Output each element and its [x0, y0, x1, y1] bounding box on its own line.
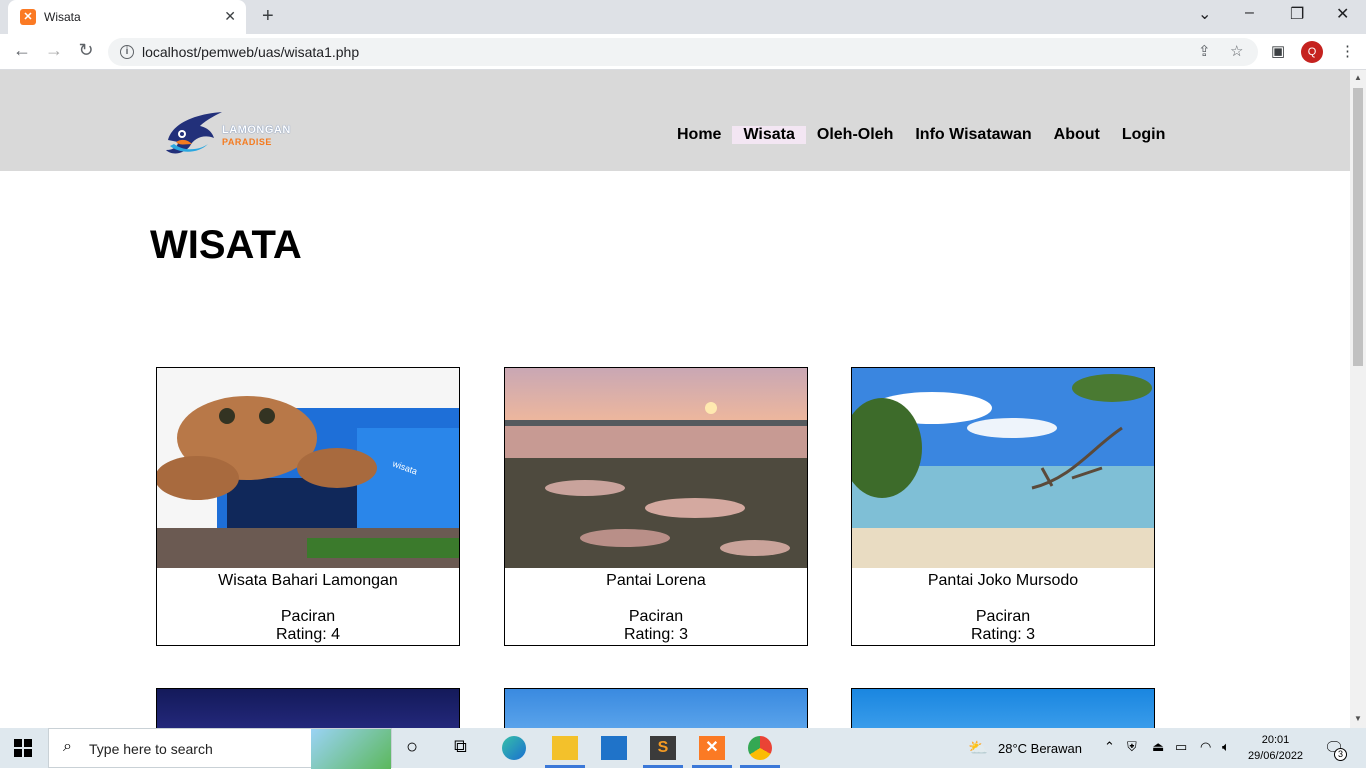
- file-explorer-icon[interactable]: [552, 736, 578, 760]
- page-viewport: LAMONGAN PARADISE Home Wisata Oleh-Oleh …: [0, 70, 1350, 728]
- taskbar-clock[interactable]: 20:01 29/06/2022: [1248, 732, 1303, 764]
- card-name: Pantai Lorena: [606, 572, 706, 589]
- card-location: Paciran: [280, 608, 336, 625]
- page-title: WISATA: [150, 223, 302, 267]
- card-name: Pantai Joko Mursodo: [927, 572, 1079, 589]
- tab-search-icon[interactable]: ⌄: [1198, 4, 1211, 24]
- card-rating: Rating: 4: [275, 626, 341, 643]
- wisata-card[interactable]: [156, 688, 460, 728]
- site-logo[interactable]: LAMONGAN PARADISE: [164, 110, 304, 158]
- restore-icon[interactable]: ❐: [1290, 4, 1304, 24]
- search-placeholder[interactable]: Type here to search: [89, 741, 213, 757]
- windows-start-icon[interactable]: [14, 739, 32, 757]
- weather-icon[interactable]: ⛅: [968, 738, 988, 758]
- notification-count: 3: [1334, 748, 1347, 761]
- browser-tabstrip: ✕ Wisata ✕ + ⌄ – ❐ ✕: [0, 0, 1366, 34]
- nav-about[interactable]: About: [1043, 126, 1111, 144]
- fish-logo-icon: [166, 112, 222, 154]
- search-icon: ⌕: [63, 738, 72, 755]
- nav-login[interactable]: Login: [1111, 126, 1177, 144]
- new-tab-icon[interactable]: +: [262, 5, 274, 28]
- tab-close-icon[interactable]: ✕: [224, 8, 236, 25]
- page-scrollbar[interactable]: ▲ ▼: [1350, 70, 1366, 728]
- card-image: [852, 689, 1154, 728]
- battery-icon[interactable]: ▭: [1175, 739, 1187, 755]
- card-image-wisata-bahari: wisata: [157, 368, 459, 568]
- wisata-card[interactable]: wisata Wisata Bahari Lamongan Paciran Ra…: [156, 367, 460, 646]
- wisata-card[interactable]: Pantai Lorena Paciran Rating: 3: [504, 367, 808, 646]
- browser-toolbar: ← → ↻ i localhost/pemweb/uas/wisata1.php…: [0, 34, 1366, 70]
- address-bar[interactable]: i localhost/pemweb/uas/wisata1.php ⇪ ☆: [108, 38, 1258, 66]
- nav-wisata[interactable]: Wisata: [732, 126, 806, 144]
- profile-avatar[interactable]: Q: [1301, 41, 1323, 63]
- volume-icon[interactable]: 🔈︎: [1222, 739, 1230, 755]
- card-image-pantai-lorena: [505, 368, 807, 568]
- wisata-card[interactable]: [504, 688, 808, 728]
- site-info-icon[interactable]: i: [120, 45, 134, 59]
- card-rating: Rating: 3: [623, 626, 689, 643]
- scroll-up-icon[interactable]: ▲: [1354, 73, 1362, 82]
- reload-icon[interactable]: ↻: [74, 40, 98, 61]
- card-rating: Rating: 3: [970, 626, 1036, 643]
- sublime-text-icon[interactable]: S: [650, 736, 676, 760]
- bookmark-star-icon[interactable]: ☆: [1230, 42, 1243, 60]
- side-panel-icon[interactable]: ▣: [1271, 42, 1285, 60]
- site-header: LAMONGAN PARADISE Home Wisata Oleh-Oleh …: [0, 70, 1350, 171]
- weather-text[interactable]: 28°C Berawan: [998, 741, 1082, 756]
- scroll-thumb[interactable]: [1353, 88, 1363, 366]
- usb-icon[interactable]: ⏏: [1152, 739, 1164, 755]
- back-icon[interactable]: ←: [10, 40, 34, 61]
- wifi-icon[interactable]: ◠: [1200, 739, 1211, 755]
- forward-icon[interactable]: →: [42, 40, 66, 61]
- xampp-icon[interactable]: ✕: [699, 736, 725, 760]
- clock-time: 20:01: [1261, 734, 1290, 746]
- xampp-favicon-icon: ✕: [20, 9, 36, 25]
- card-location: Paciran: [975, 608, 1031, 625]
- share-icon[interactable]: ⇪: [1198, 42, 1211, 60]
- tray-chevron-icon[interactable]: ⌃: [1104, 739, 1115, 755]
- card-name: Wisata Bahari Lamongan: [218, 572, 398, 589]
- logo-text-paradise: PARADISE: [222, 137, 272, 147]
- wisata-card[interactable]: Pantai Joko Mursodo Paciran Rating: 3: [851, 367, 1155, 646]
- nav-home[interactable]: Home: [666, 126, 732, 144]
- wisata-card[interactable]: [851, 688, 1155, 728]
- clock-date: 29/06/2022: [1248, 750, 1304, 762]
- nav-info-wisatawan[interactable]: Info Wisatawan: [904, 126, 1042, 144]
- tab-title: Wisata: [44, 10, 81, 24]
- card-image-pantai-joko-mursodo: [852, 368, 1154, 568]
- taskbar-search[interactable]: ⌕ Type here to search: [48, 728, 392, 769]
- security-icon[interactable]: ⛨: [1127, 739, 1137, 755]
- search-highlight-image: [311, 729, 391, 769]
- menu-kebab-icon[interactable]: ⋮: [1340, 42, 1355, 60]
- logo-text-lamongan: LAMONGAN: [222, 124, 291, 136]
- cortana-icon[interactable]: ○: [406, 736, 432, 760]
- chrome-icon[interactable]: [748, 736, 772, 760]
- windows-taskbar: ⌕ Type here to search ○ ⧉ S ✕ ⛅ 28°C Ber…: [0, 728, 1366, 769]
- window-close-icon[interactable]: ✕: [1336, 4, 1349, 24]
- task-view-icon[interactable]: ⧉: [454, 736, 480, 760]
- minimize-icon[interactable]: –: [1245, 4, 1254, 22]
- card-image: [157, 689, 459, 728]
- nav-oleh-oleh[interactable]: Oleh-Oleh: [806, 126, 904, 144]
- card-image: [505, 689, 807, 728]
- scroll-down-icon[interactable]: ▼: [1354, 714, 1362, 723]
- url-text[interactable]: localhost/pemweb/uas/wisata1.php: [142, 44, 359, 60]
- main-nav: Home Wisata Oleh-Oleh Info Wisatawan Abo…: [666, 126, 1176, 144]
- edge-icon[interactable]: [502, 736, 526, 760]
- mail-icon[interactable]: [601, 736, 627, 760]
- card-location: Paciran: [628, 608, 684, 625]
- browser-tab[interactable]: ✕ Wisata ✕: [8, 0, 246, 34]
